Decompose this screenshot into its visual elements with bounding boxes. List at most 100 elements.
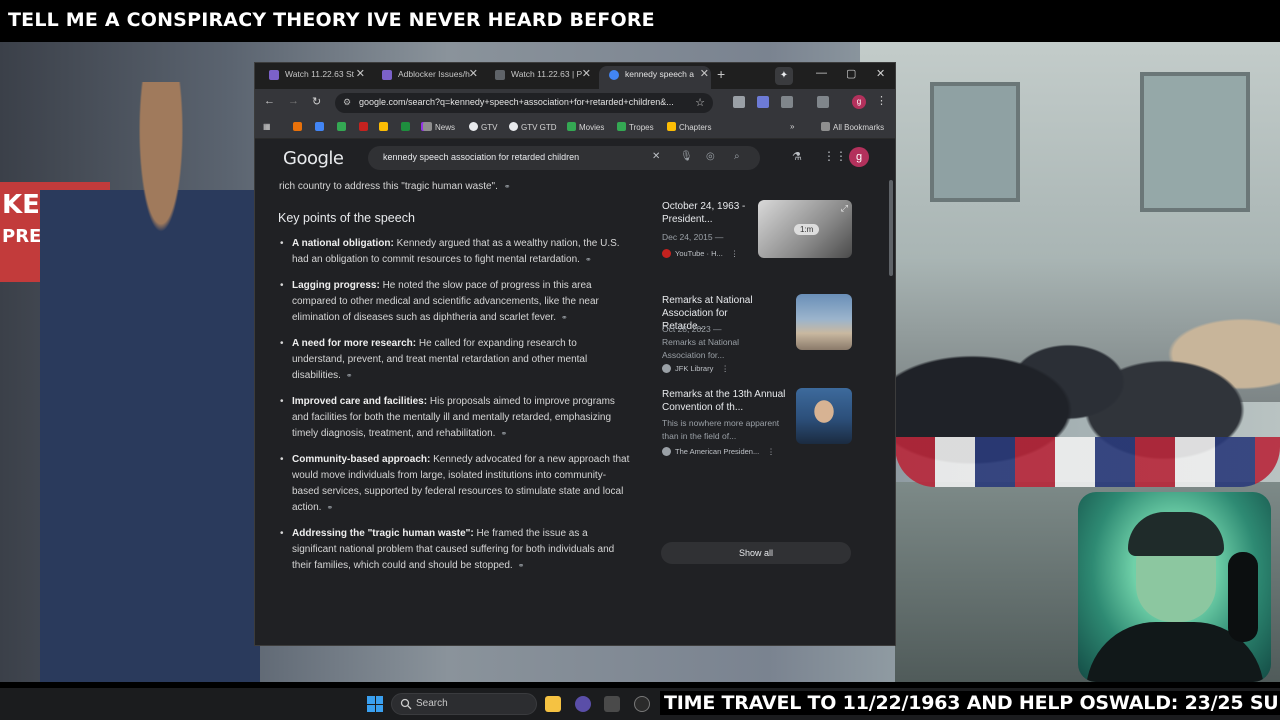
source-card[interactable]: Remarks at the 13th Annual Convention of… [661, 388, 853, 482]
tab-close-icon[interactable]: ✕ [469, 66, 478, 83]
site-info-icon[interactable]: ⚙ [343, 97, 351, 108]
source-title[interactable]: October 24, 1963 - President... [662, 200, 750, 226]
minimize-icon[interactable]: — [816, 67, 827, 79]
google-search-box[interactable]: kennedy speech association for retarded … [368, 146, 760, 170]
search-icon [400, 698, 412, 710]
source-card[interactable]: Remarks at National Association for Reta… [661, 294, 853, 388]
citation-link-icon[interactable]: ⚭ [585, 255, 592, 264]
maximize-icon[interactable]: ▢ [846, 67, 856, 80]
more-options-icon[interactable]: ⋮ [721, 364, 729, 373]
bookmarks-overflow-icon[interactable]: » [790, 122, 794, 131]
point-title: Improved care and facilities: [292, 396, 428, 407]
citation-link-icon[interactable]: ⚭ [346, 371, 353, 380]
scene-foreground-figure [40, 82, 260, 682]
more-options-icon[interactable]: ⋮ [731, 249, 739, 258]
labs-flask-icon[interactable]: ⚗ [792, 150, 802, 163]
citation-link-icon[interactable]: ⚭ [561, 313, 568, 322]
github-icon [509, 122, 518, 131]
extensions-puzzle-icon[interactable] [781, 96, 793, 108]
search-icon[interactable]: ⌕ [734, 151, 740, 162]
bookmark-item[interactable] [293, 122, 305, 132]
taskbar-search[interactable]: Search [391, 693, 537, 715]
bookmark-gtv[interactable]: GTV [469, 122, 497, 132]
bookmark-item[interactable] [359, 122, 371, 132]
close-window-icon[interactable]: ✕ [876, 67, 885, 80]
tab-active-search[interactable]: kennedy speech a ✕ [599, 66, 711, 89]
video-thumbnail[interactable]: 1:m ⤢ [758, 200, 852, 258]
extension-icon[interactable] [733, 96, 745, 108]
bookmark-chapters[interactable]: Chapters [667, 122, 711, 132]
bookmark-movies[interactable]: Movies [567, 122, 604, 132]
citation-link-icon[interactable]: ⚭ [518, 561, 525, 570]
bookmark-favicon-icon [315, 122, 324, 131]
citation-link-icon[interactable]: ⚭ [500, 429, 507, 438]
bookmark-item[interactable] [379, 122, 391, 132]
bookmark-gtv-gtd[interactable]: GTV GTD [509, 122, 557, 132]
tab-3[interactable]: Watch 11.22.63 | P ✕ [485, 66, 593, 89]
scrollbar-thumb[interactable] [889, 180, 893, 276]
file-explorer-icon[interactable] [545, 696, 561, 712]
source-title[interactable]: Remarks at the 13th Annual Convention of… [662, 388, 788, 414]
building-thumbnail[interactable] [796, 294, 852, 350]
seal-icon [662, 447, 671, 456]
source-site-label: JFK Library [675, 364, 714, 373]
more-options-icon[interactable]: ⋮ [767, 447, 775, 456]
google-logo[interactable]: Google [283, 148, 344, 169]
citation-link-icon[interactable]: ⚭ [326, 503, 333, 512]
video-duration-badge: 1:m [794, 224, 820, 235]
folder-icon [821, 122, 830, 131]
list-item: A national obligation: Kennedy argued th… [279, 236, 631, 268]
side-panel-icon[interactable] [817, 96, 829, 108]
tab-label: Watch 11.22.63 | P [511, 69, 583, 79]
bookmark-item[interactable] [401, 122, 413, 132]
lens-camera-icon[interactable]: ◎ [706, 151, 715, 162]
app-icon[interactable] [604, 696, 620, 712]
link-icon[interactable]: ⚭ [504, 182, 511, 191]
page-scrollbar[interactable] [887, 140, 895, 645]
bookmark-tropes[interactable]: Tropes [617, 122, 654, 132]
kennedy-portrait-thumbnail[interactable] [796, 388, 852, 444]
profile-avatar[interactable]: g [852, 95, 866, 109]
voice-search-icon[interactable]: 🎙 [680, 151, 693, 162]
show-all-button[interactable]: Show all [661, 542, 851, 564]
new-tab-button[interactable]: + [717, 66, 725, 82]
reload-icon[interactable]: ↻ [312, 95, 321, 108]
bookmark-label: GTV [481, 123, 498, 132]
source-card[interactable]: October 24, 1963 - President... Dec 24, … [661, 200, 853, 294]
app-icon[interactable] [634, 696, 650, 712]
bookmark-news[interactable]: News [423, 122, 455, 132]
back-arrow-icon[interactable]: ← [264, 95, 275, 107]
search-query[interactable]: kennedy speech association for retarded … [383, 152, 579, 162]
apps-grid-icon[interactable]: ▦ [263, 122, 271, 131]
list-item: Community-based approach: Kennedy advoca… [279, 452, 631, 516]
bookmark-item[interactable] [337, 122, 349, 132]
address-bar[interactable]: ⚙ google.com/search?q=kennedy+speech+ass… [335, 93, 713, 113]
tab-close-icon[interactable]: ✕ [582, 66, 591, 83]
bookmark-label: Movies [579, 123, 605, 132]
clear-icon[interactable]: ✕ [652, 151, 660, 162]
google-account-avatar[interactable]: g [849, 147, 869, 167]
point-title: A need for more research: [292, 338, 417, 349]
tab-1[interactable]: Watch 11.22.63 St ✕ [259, 66, 367, 89]
all-bookmarks[interactable]: All Bookmarks [821, 122, 884, 132]
all-bookmarks-label: All Bookmarks [833, 123, 885, 132]
gemini-sparkle-icon[interactable]: ✦ [775, 67, 793, 85]
bookmarks-bar: ▦ News GTV GTV GTD Movies Tropes Chapter… [255, 117, 895, 139]
tab-2[interactable]: Adblocker Issues/h ✕ [372, 66, 480, 89]
bookmark-item[interactable] [315, 122, 327, 132]
bookmark-star-icon[interactable]: ☆ [695, 96, 705, 109]
windows-start-icon[interactable] [367, 696, 383, 712]
app-icon[interactable] [575, 696, 591, 712]
point-title: Community-based approach: [292, 454, 431, 465]
tab-close-icon[interactable]: ✕ [356, 66, 365, 83]
tab-label: kennedy speech a [625, 69, 694, 79]
scene-window [930, 82, 1020, 202]
list-item: Improved care and facilities: His propos… [279, 394, 631, 442]
extension-icon[interactable] [757, 96, 769, 108]
expand-icon[interactable]: ⤢ [841, 203, 848, 214]
top-banner-text: TELL ME A CONSPIRACY THEORY IVE NEVER HE… [8, 9, 655, 31]
browser-menu-icon[interactable]: ⋮ [876, 94, 887, 107]
tab-close-icon[interactable]: ✕ [700, 66, 709, 83]
forward-arrow-icon[interactable]: → [288, 95, 299, 107]
bookmark-favicon-icon [293, 122, 302, 131]
